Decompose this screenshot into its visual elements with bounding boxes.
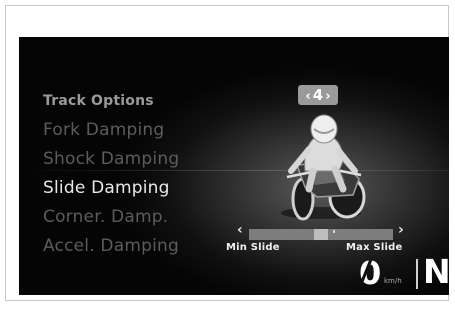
slider-max-label: Max Slide [346, 242, 403, 253]
slider-track[interactable] [249, 229, 393, 240]
display-frame: Track Options Fork Damping Shock Damping… [5, 5, 449, 301]
menu-item-shock-damping[interactable]: Shock Damping [43, 145, 179, 174]
setting-value: 4 [312, 86, 324, 104]
slide-damping-slider[interactable]: ‹ › [237, 222, 404, 244]
slider-right-arrow-icon[interactable]: › [398, 222, 404, 238]
menu-item-fork-damping[interactable]: Fork Damping [43, 116, 179, 145]
slider-thumb[interactable] [314, 229, 328, 240]
status-divider [416, 259, 418, 289]
slider-min-label: Min Slide [226, 242, 280, 253]
menu-header-track-options: Track Options [43, 93, 154, 109]
menu-item-accel-damping[interactable]: Accel. Damping [43, 232, 179, 261]
setting-value-selector[interactable]: ‹ 4 › [298, 85, 338, 105]
slider-left-arrow-icon[interactable]: ‹ [237, 222, 243, 238]
increase-arrow-icon[interactable]: › [323, 89, 332, 104]
track-options-menu: Track Options Fork Damping Shock Damping… [43, 87, 179, 261]
decrease-arrow-icon[interactable]: ‹ [303, 89, 312, 104]
gear-indicator: N [423, 252, 449, 291]
menu-item-slide-damping[interactable]: Slide Damping [43, 174, 179, 203]
slider-center-tick [333, 230, 335, 233]
dashboard-screen: Track Options Fork Damping Shock Damping… [19, 37, 449, 295]
menu-item-corner-damping[interactable]: Corner. Damp. [43, 203, 179, 232]
motorcycle-rider-icon [281, 114, 366, 221]
speed-unit: km/h [384, 277, 402, 285]
